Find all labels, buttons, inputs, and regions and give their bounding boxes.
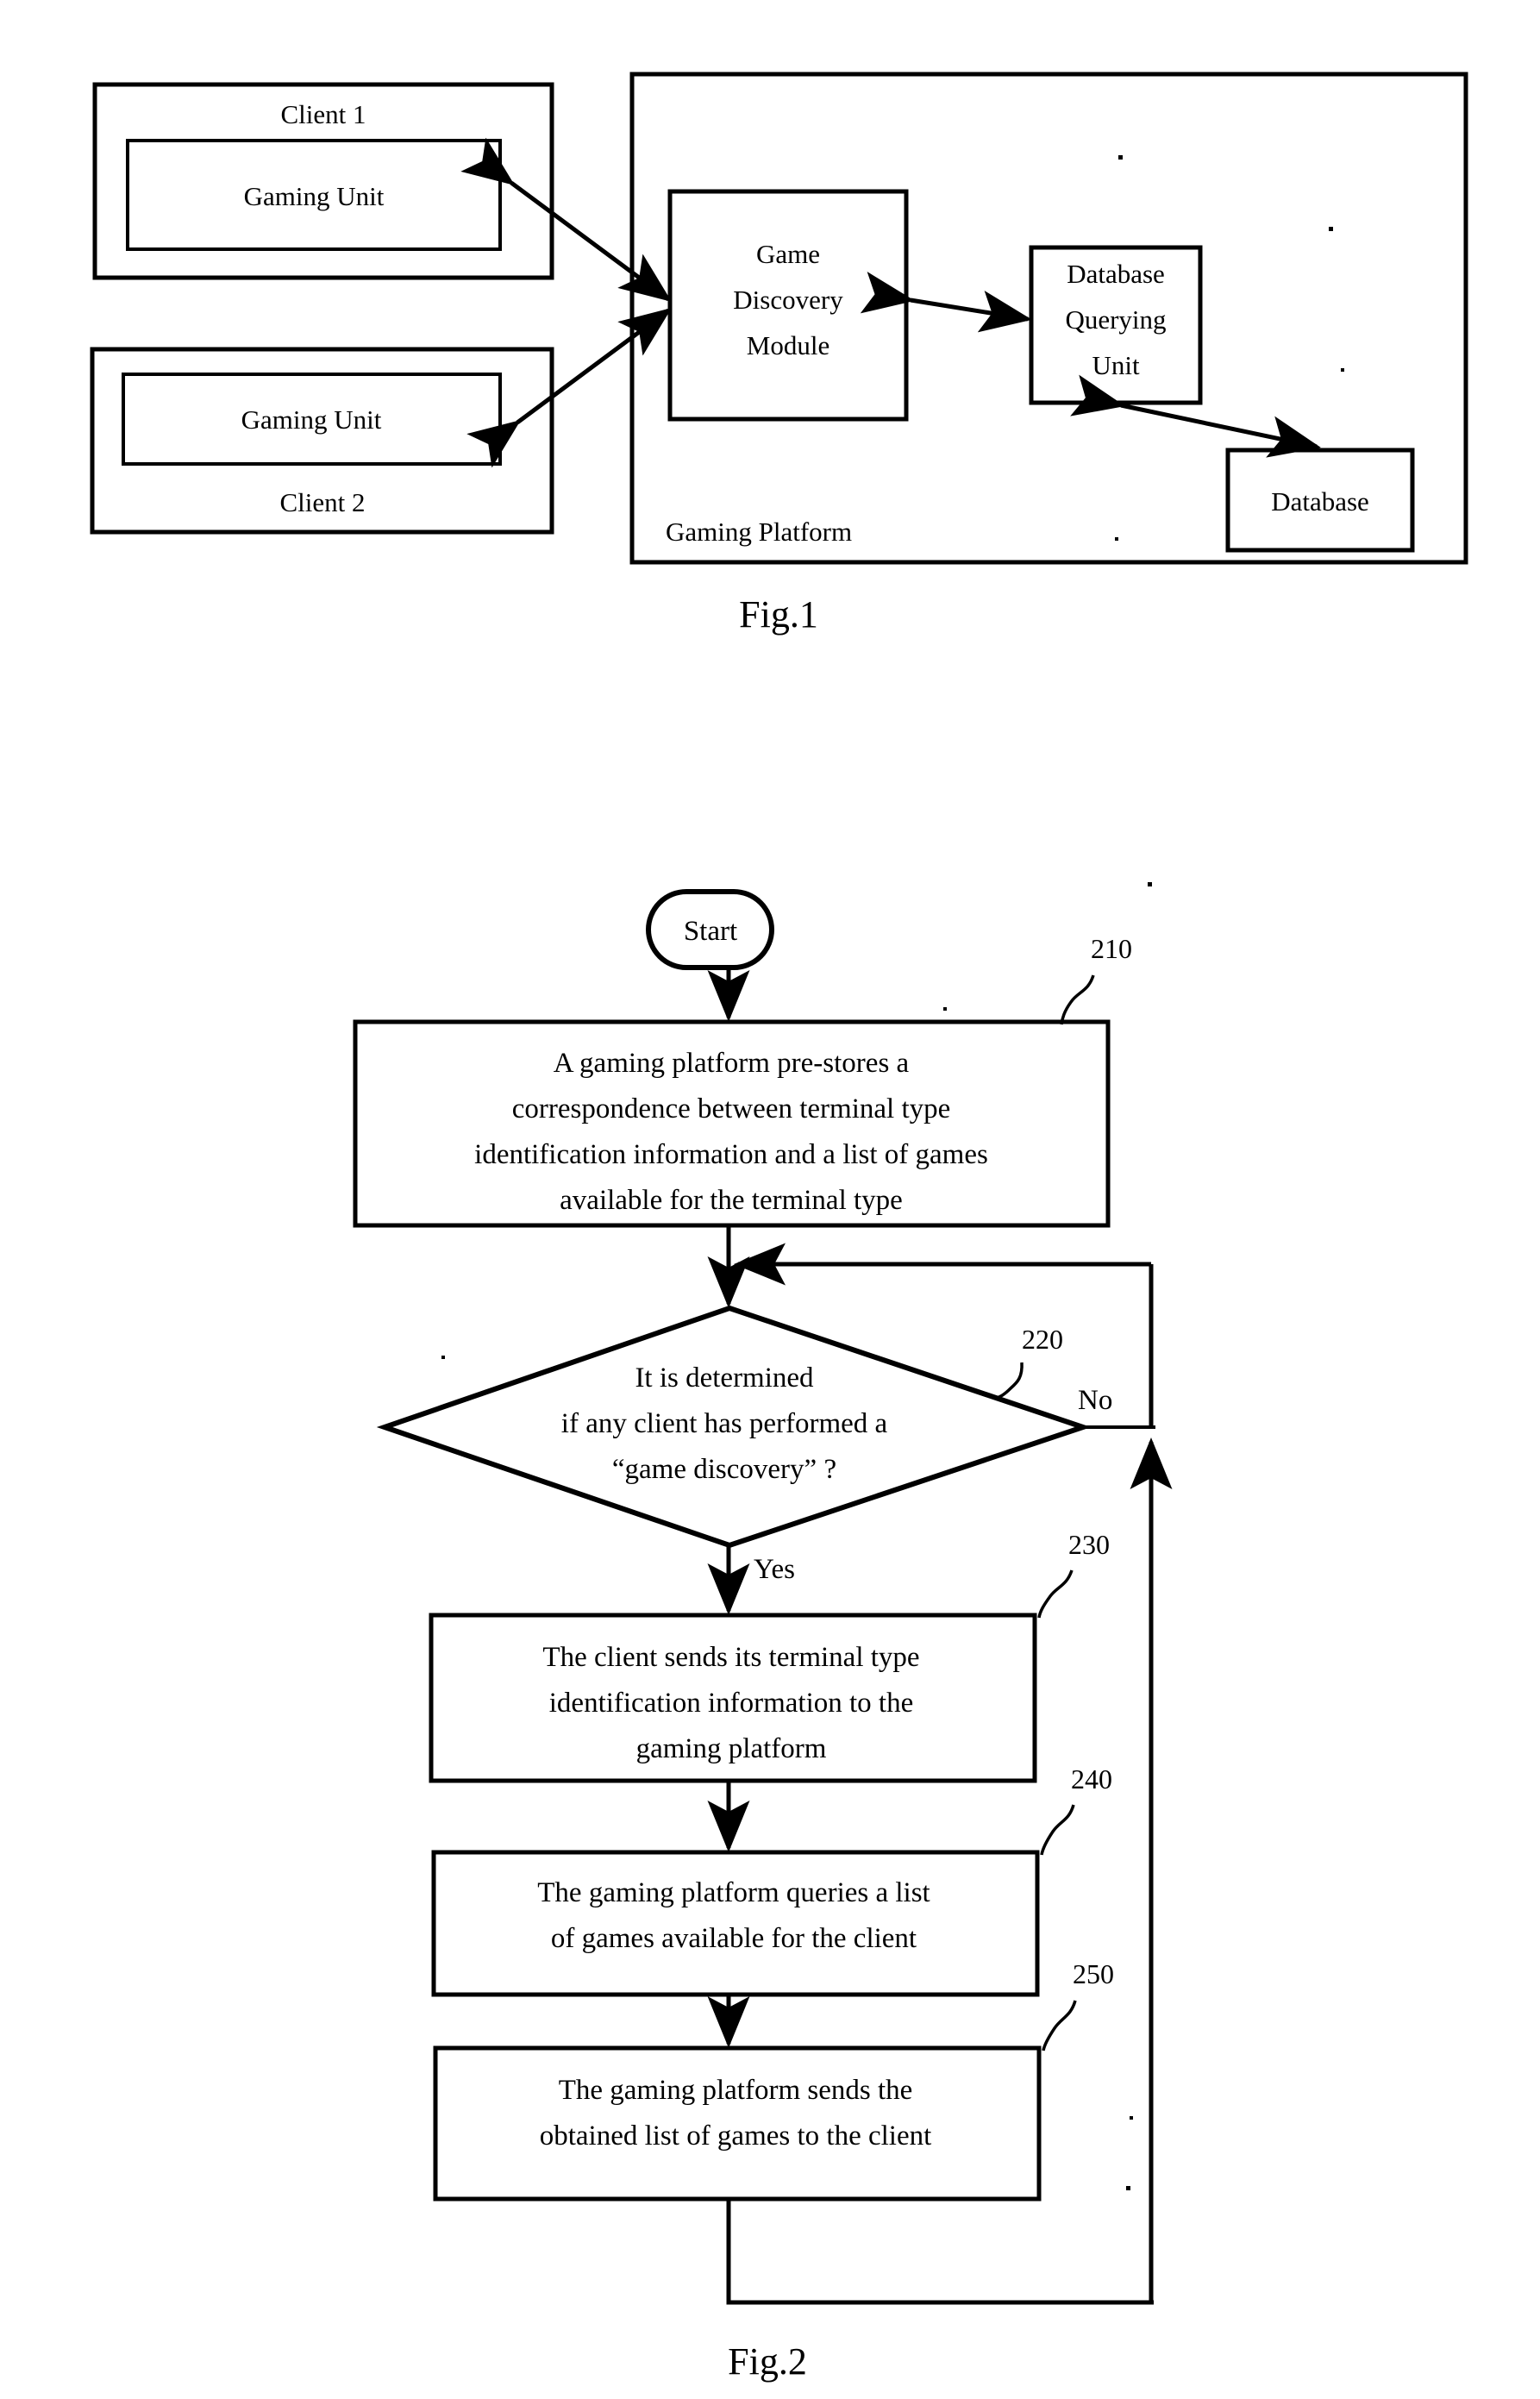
scan-speck: [943, 1007, 947, 1011]
client-1-gaming-unit-label: Gaming Unit: [244, 181, 385, 211]
gaming-platform-label: Gaming Platform: [666, 517, 852, 547]
scan-speck: [1148, 882, 1152, 886]
scan-speck: [1341, 368, 1344, 372]
scan-speck: [1118, 155, 1123, 160]
flow-decision-220-line-1: It is determined: [635, 1362, 814, 1394]
game-discovery-module-line-3: Module: [747, 330, 829, 360]
fig-1-caption: Fig.1: [739, 593, 818, 636]
flow-step-250-line-2: obtained list of games to the client: [540, 2120, 932, 2152]
flow-ref-230: 230: [1068, 1529, 1110, 1560]
game-discovery-module-line-1: Game: [756, 239, 820, 269]
flow-start-label: Start: [684, 916, 737, 947]
flow-ref-240: 240: [1071, 1763, 1112, 1795]
patent-drawing-page: Client 1 Gaming Unit Gaming Unit Client …: [0, 0, 1540, 2399]
flow-step-210-line-1: A gaming platform pre-stores a: [554, 1048, 910, 1079]
flow-step-210-line-4: available for the terminal type: [560, 1185, 903, 1216]
database-label: Database: [1271, 486, 1369, 517]
flow-step-210-line-2: correspondence between terminal type: [512, 1093, 951, 1124]
database-querying-unit-line-1: Database: [1067, 259, 1165, 289]
flow-ref-210: 210: [1091, 933, 1132, 964]
scan-speck: [1126, 2186, 1130, 2190]
client-1-title: Client 1: [280, 99, 366, 129]
flow-decision-220-line-2: if any client has performed a: [561, 1408, 888, 1439]
database-querying-unit-line-2: Querying: [1065, 304, 1166, 335]
scan-speck: [1329, 227, 1333, 231]
leader-line-220: [996, 1362, 1024, 1400]
flow-branch-no-label: No: [1078, 1385, 1112, 1416]
flow-step-230-line-1: The client sends its terminal type: [542, 1642, 919, 1673]
flow-decision-220-line-3: “game discovery” ?: [612, 1454, 836, 1485]
flow-step-240-line-2: of games available for the client: [551, 1923, 917, 1954]
flow-step-250-line-1: The gaming platform sends the: [559, 2075, 913, 2106]
client-2-title: Client 2: [279, 487, 365, 517]
scan-speck: [441, 1356, 445, 1359]
flow-ref-250: 250: [1073, 1958, 1114, 1989]
client-2-gaming-unit-label: Gaming Unit: [241, 404, 382, 435]
flow-step-230-line-2: identification information to the: [549, 1688, 913, 1719]
flow-branch-yes-label: Yes: [754, 1554, 795, 1585]
loop-return-bottom: [726, 2199, 1154, 2305]
database-querying-unit-line-3: Unit: [1092, 350, 1140, 380]
flow-ref-220: 220: [1022, 1324, 1063, 1355]
drawing-canvas: Client 1 Gaming Unit Gaming Unit Client …: [90, 72, 1468, 2383]
leader-line-240: [1040, 1804, 1075, 1856]
game-discovery-module-line-2: Discovery: [733, 285, 843, 315]
leader-line-210: [1060, 974, 1095, 1025]
leader-line-230: [1037, 1569, 1074, 1619]
flow-step-210-line-3: identification information and a list of…: [474, 1139, 988, 1170]
fig-2-caption: Fig.2: [728, 2340, 807, 2383]
flow-step-230-line-3: gaming platform: [636, 1733, 827, 1764]
leader-line-250: [1042, 2000, 1077, 2051]
scan-speck: [1115, 537, 1118, 541]
flow-step-240-line-1: The gaming platform queries a list: [537, 1877, 930, 1908]
scan-speck: [1130, 2116, 1133, 2120]
